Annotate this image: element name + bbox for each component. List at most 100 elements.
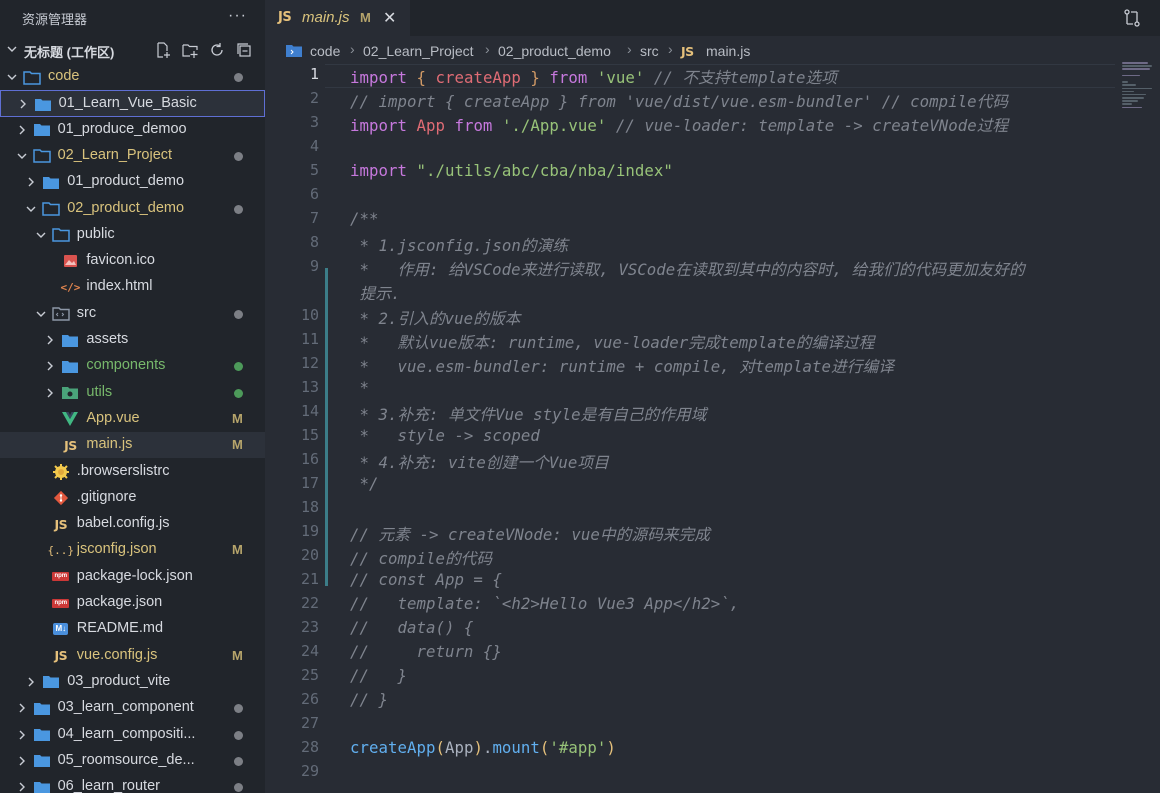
workspace-header[interactable]: 无标题 (工作区) [0,36,265,64]
tree-item[interactable]: 01_produce_demoo [0,117,265,143]
code-token: './App.vue' [501,116,607,136]
tree-item[interactable]: {..} jsconfig.json M [0,537,265,563]
code-line: // } [350,690,388,709]
code-token: { [416,68,426,87]
tree-item[interactable]: src [0,301,265,327]
folder-icon [60,331,80,349]
tree-item[interactable]: App.vue M [0,406,265,432]
tree-item[interactable]: favicon.ico [0,248,265,274]
line-number: 7 [309,209,319,228]
folder-icon [32,726,52,744]
more-actions-icon[interactable]: ··· [228,8,247,24]
code-line: import { createApp } from 'vue' // 不支持te… [350,65,837,88]
refresh-icon[interactable] [208,41,226,59]
tree-item[interactable]: JS main.js M [0,432,265,459]
code-token: // const App = { [350,570,502,590]
tree-item[interactable]: components [0,353,265,379]
code-line: * 2.引入的vue的版本 [350,306,520,329]
tree-item[interactable]: 02_product_demo [0,196,265,222]
tree-item[interactable]: 04_learn_compositi... [0,722,265,748]
chevron-right-icon: › [350,41,355,57]
image-file-icon [60,252,80,270]
tree-item[interactable]: </> index.html [0,274,265,300]
tree-item[interactable]: 05_roomsource_de... [0,748,265,774]
src-folder-icon [51,305,71,323]
tree-item[interactable]: code [0,64,265,90]
tree-item[interactable]: 03_product_vite [0,669,265,695]
line-number: 15 [300,425,319,444]
code-token: App [444,738,474,758]
code-token: * 作用: 给VSCode来进行读取, VSCode在读取到其中的内容时, 给我… [350,260,1025,280]
tree-item-label: 02_Learn_Project [57,146,173,163]
tree-item[interactable]: 06_learn_router [0,774,265,793]
tree-item-label: 01_product_demo [67,173,185,190]
tree-item[interactable]: JS vue.config.js M [0,643,265,669]
new-folder-icon[interactable] [181,41,199,59]
breadcrumb-item[interactable]: code [310,43,340,59]
code-token: * 4.补充: vite创建一个Vue项目 [350,452,609,472]
breadcrumb-item[interactable]: 02_product_demo [498,43,611,59]
code-token: ) [473,738,483,758]
breadcrumb-item[interactable]: 02_Learn_Project [363,43,474,59]
line-number: 9 [309,257,319,276]
tab-main-js[interactable]: JS main.js M ✕ [265,0,410,36]
code-token: // vue-loader: template -> createVNode过程 [615,116,1009,136]
tree-item[interactable]: 02_Learn_Project [0,143,265,169]
status-dot [234,362,243,372]
folder-open-icon [41,200,61,218]
minimap[interactable] [1122,62,1154,122]
breadcrumb-item[interactable]: main.js [706,43,750,59]
code-line: * 作用: 给VSCode来进行读取, VSCode在读取到其中的内容时, 给我… [350,257,1025,280]
code-token: * 3.补充: 单文件Vue style是有自己的作用域 [350,404,707,424]
chevron-right-icon: › [485,41,490,57]
code-editor[interactable]: 1 2 3 4 5 6 7 8 9 10 11 12 13 14 15 16 17 18 19 20 21 22 23 24 2… [265,62,1160,793]
chevron-down-icon [15,149,29,163]
chevron-right-icon [16,97,30,111]
code-token: ( [539,738,550,758]
line-number: 13 [300,377,319,396]
tree-item[interactable]: assets [0,327,265,353]
js-file-icon: JS [64,437,77,453]
code-token: 提示. [350,284,401,304]
modified-badge: M [232,647,243,663]
status-dot [234,783,243,793]
tab-label: main.js [302,9,350,26]
change-indicator [325,268,328,586]
line-number: 5 [309,161,319,180]
tree-item[interactable]: .gitignore [0,485,265,511]
tree-item[interactable]: 01_product_demo [0,169,265,195]
code-token: . [482,738,493,758]
explorer-title-bar: 资源管理器 ··· [0,0,265,36]
code-token: from [549,68,588,87]
code-token: "./utils/abc/cba/nba/index" [416,161,673,181]
tree-item[interactable]: .browserslistrc [0,459,265,485]
compare-changes-icon[interactable] [1122,8,1142,33]
code-token: // template: `<h2>Hello Vue3 App</h2>`, [350,594,740,614]
chevron-right-icon [15,780,29,793]
tree-item[interactable]: 03_learn_component [0,695,265,721]
folder-icon [32,121,52,139]
breadcrumb-item[interactable]: src [640,43,659,59]
chevron-right-icon: › [668,41,673,57]
tree-item[interactable]: M↓ README.md [0,616,265,642]
tree-item-label: 03_product_vite [67,672,171,689]
close-icon[interactable]: ✕ [383,8,396,28]
tree-item[interactable]: 01_Learn_Vue_Basic [0,90,265,117]
tree-item[interactable]: utils [0,380,265,406]
code-token: * style -> scoped [350,425,540,445]
tree-item[interactable]: JS babel.config.js [0,511,265,537]
explorer-sidebar: 资源管理器 ··· 无标题 (工作区) code 01_Learn_Vue_Bas… [0,0,265,793]
new-file-icon[interactable] [154,41,172,59]
line-number: 25 [300,666,319,685]
line-number: 17 [300,473,319,492]
code-line: // const App = { [350,570,502,589]
vscode-folder-icon [285,44,303,61]
line-number: 23 [300,618,319,637]
tree-item[interactable]: public [0,222,265,248]
tree-item-label: package.json [76,594,163,610]
tree-item[interactable]: npm package.json [0,590,265,616]
tree-item[interactable]: npm package-lock.json [0,564,265,590]
tree-item-label: jsconfig.json [76,541,157,558]
collapse-all-icon[interactable] [235,41,253,59]
